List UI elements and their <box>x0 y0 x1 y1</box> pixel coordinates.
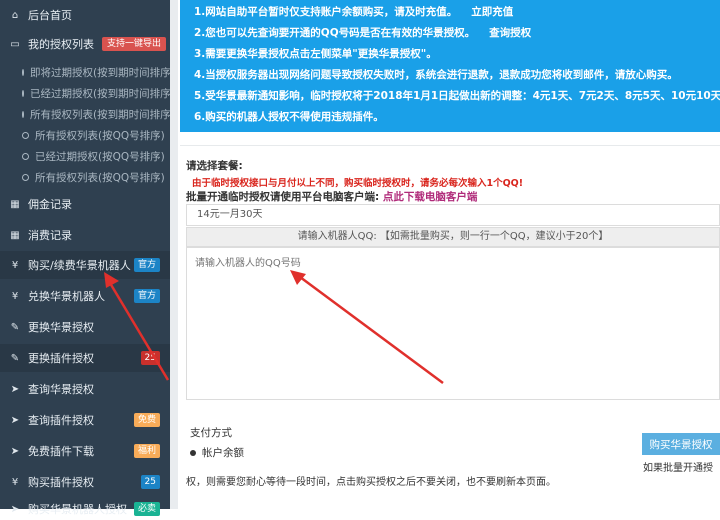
notice-line-1: 1.网站自助平台暂时仅支持账户余额购买，请及时充值。 立即充值 <box>194 6 514 18</box>
sidebar-item-query-auth[interactable]: ➤ 查询华景授权 <box>0 375 170 403</box>
sidebar-item-free-plugin-download[interactable]: ➤ 免费插件下载 福利 <box>0 437 170 465</box>
sidebar-item-label: 查询华景授权 <box>28 383 94 396</box>
edit-icon: ✎ <box>10 321 20 333</box>
sidebar: ⌂ 后台首页 ▭ 我的授权列表 支持一键导出 即将过期授权(按到期时间排序) 已… <box>0 0 175 516</box>
sidebar-subitem-expired[interactable]: 已经过期授权(按到期时间排序) <box>0 84 175 102</box>
sidebar-item-change-plugin-auth[interactable]: ✎ 更换插件授权 25 <box>0 344 170 372</box>
sidebar-subitem-all-by-time[interactable]: 所有授权列表(按到期时间排序) <box>0 105 175 123</box>
notice-line-2: 2.您也可以先查询要开通的QQ号码是否在有效的华景授权。 查询授权 <box>194 27 532 39</box>
free-badge: 免费 <box>133 413 160 427</box>
sidebar-item-query-plugin-auth[interactable]: ➤ 查询插件授权 免费 <box>0 406 170 434</box>
radio-selected-icon[interactable] <box>190 449 196 456</box>
sidebar-item-my-auth-list[interactable]: ▭ 我的授权列表 支持一键导出 <box>0 31 170 57</box>
sidebar-item-label: 购买插件授权 <box>28 476 94 489</box>
download-client-link[interactable]: 点此下载电脑客户端 <box>383 191 478 203</box>
sidebar-subitem-expired-by-qq[interactable]: 已经过期授权(按QQ号排序) <box>0 147 170 165</box>
count-badge: 25 <box>140 475 160 489</box>
sidebar-item-redeem[interactable]: ¥ 兑换华景机器人 官方 <box>0 282 170 310</box>
official-badge: 官方 <box>133 258 160 272</box>
circle-icon <box>22 89 24 97</box>
sidebar-subitem-all-by-qq[interactable]: 所有授权列表(按QQ号排序) <box>0 126 170 144</box>
notice-line-4: 4.当授权服务器出现网络问题导致授权失败时，系统会进行退款，退款成功您将收到邮件… <box>194 69 678 81</box>
sidebar-item-label: 所有授权列表(按到期时间排序) <box>30 108 175 121</box>
qq-input-header: 请输入机器人QQ: 【如需批量购买，则一行一个QQ，建议小于20个】 <box>186 227 720 247</box>
sidebar-item-label: 已经过期授权(按QQ号排序) <box>35 150 165 163</box>
edit-icon: ✎ <box>10 352 20 364</box>
package-label: 请选择套餐: <box>186 160 243 172</box>
notice-line-3: 3.需要更换华景授权点击左侧菜单"更换华景授权"。 <box>194 48 437 60</box>
sidebar-subitem-all-by-qq-2[interactable]: 所有授权列表(按QQ号排序) <box>0 168 170 186</box>
sidebar-item-label: 所有授权列表(按QQ号排序) <box>35 171 165 184</box>
batch-note: 如果批量开通授 <box>643 463 713 474</box>
content-divider <box>170 0 178 509</box>
hot-badge: 必卖 <box>133 502 160 516</box>
notice-line-6: 6.购买的机器人授权不得使用违规插件。 <box>194 111 384 123</box>
send-icon: ➤ <box>10 503 20 515</box>
count-badge: 25 <box>140 351 160 365</box>
sidebar-item-label: 查询插件授权 <box>28 414 94 427</box>
sidebar-item-buy-plugin-auth[interactable]: ¥ 购买插件授权 25 <box>0 468 170 496</box>
package-select[interactable]: 14元一月30天 <box>186 204 720 226</box>
table-icon: ▦ <box>10 229 20 241</box>
qq-textarea[interactable] <box>186 247 720 400</box>
sidebar-item-label: 购买/续费华景机器人 <box>28 259 131 272</box>
send-icon: ➤ <box>10 383 20 395</box>
laptop-icon: ▭ <box>10 38 20 50</box>
sidebar-item-label: 更换华景授权 <box>28 321 94 334</box>
sidebar-item-label: 即将过期授权(按到期时间排序) <box>30 66 175 79</box>
export-badge: 支持一键导出 <box>102 37 167 51</box>
payment-method-label: 支付方式 <box>190 427 232 439</box>
payment-option-label: 帐户余额 <box>202 447 244 459</box>
notice-box: 1.网站自助平台暂时仅支持账户余额购买，请及时充值。 立即充值 2.您也可以先查询… <box>180 0 720 132</box>
official-badge: 官方 <box>133 289 160 303</box>
sidebar-item-change-auth[interactable]: ✎ 更换华景授权 <box>0 313 170 341</box>
sidebar-subitem-expiring[interactable]: 即将过期授权(按到期时间排序) <box>0 63 175 81</box>
sidebar-item-label: 更换插件授权 <box>28 352 94 365</box>
circle-icon <box>22 152 29 160</box>
yen-icon: ¥ <box>11 290 19 302</box>
table-icon: ▦ <box>10 198 20 210</box>
circle-icon <box>22 131 29 139</box>
sidebar-item-buy-renew[interactable]: ¥ 购买/续费华景机器人 官方 <box>0 251 170 279</box>
recharge-link[interactable]: 立即充值 <box>471 6 513 18</box>
wait-note: 权，则需要您耐心等待一段时间，点击购买授权之后不要关闭，也不要刷新本页面。 <box>186 477 556 488</box>
sidebar-item-label: 我的授权列表 <box>28 38 94 51</box>
sidebar-item-label: 购买华景机器人授权 <box>28 503 127 516</box>
circle-icon <box>22 173 29 181</box>
query-auth-link[interactable]: 查询授权 <box>489 27 531 39</box>
sidebar-item-consumption[interactable]: ▦ 消费记录 <box>0 221 170 249</box>
buy-auth-button[interactable]: 购买华景授权 <box>642 433 720 455</box>
sidebar-item-label: 所有授权列表(按QQ号排序) <box>35 129 165 142</box>
circle-icon <box>22 68 24 76</box>
sidebar-item-commission[interactable]: ▦ 佣金记录 <box>0 190 170 218</box>
send-icon: ➤ <box>10 445 20 457</box>
sidebar-item-buy-robot-auth[interactable]: ➤ 购买华景机器人授权 必卖 <box>0 498 170 520</box>
sidebar-item-label: 免费插件下载 <box>28 445 94 458</box>
sidebar-item-label: 消费记录 <box>28 229 72 242</box>
temp-auth-warning: 由于临时授权接口与月付以上不同，购买临时授权时，请务必每次输入1个QQ! <box>192 178 524 189</box>
welfare-badge: 福利 <box>133 444 160 458</box>
sidebar-item-label: 已经过期授权(按到期时间排序) <box>30 87 175 100</box>
yen-icon: ¥ <box>11 476 19 488</box>
sidebar-item-label: 兑换华景机器人 <box>28 290 105 303</box>
batch-client-label: 批量开通临时授权请使用平台电脑客户端: 点此下载电脑客户端 <box>186 191 478 203</box>
sidebar-item-label: 后台首页 <box>28 9 72 22</box>
payment-option-balance[interactable]: 帐户余额 <box>190 445 244 460</box>
notice-line-5: 5.受华景最新通知影响，临时授权将于2018年1月1日起做出新的调整：4元1天、… <box>194 90 720 102</box>
sidebar-item-label: 佣金记录 <box>28 198 72 211</box>
yen-icon: ¥ <box>11 259 19 271</box>
circle-icon <box>22 110 24 118</box>
sidebar-item-home[interactable]: ⌂ 后台首页 <box>0 2 170 28</box>
home-icon: ⌂ <box>11 9 19 21</box>
send-icon: ➤ <box>10 414 20 426</box>
